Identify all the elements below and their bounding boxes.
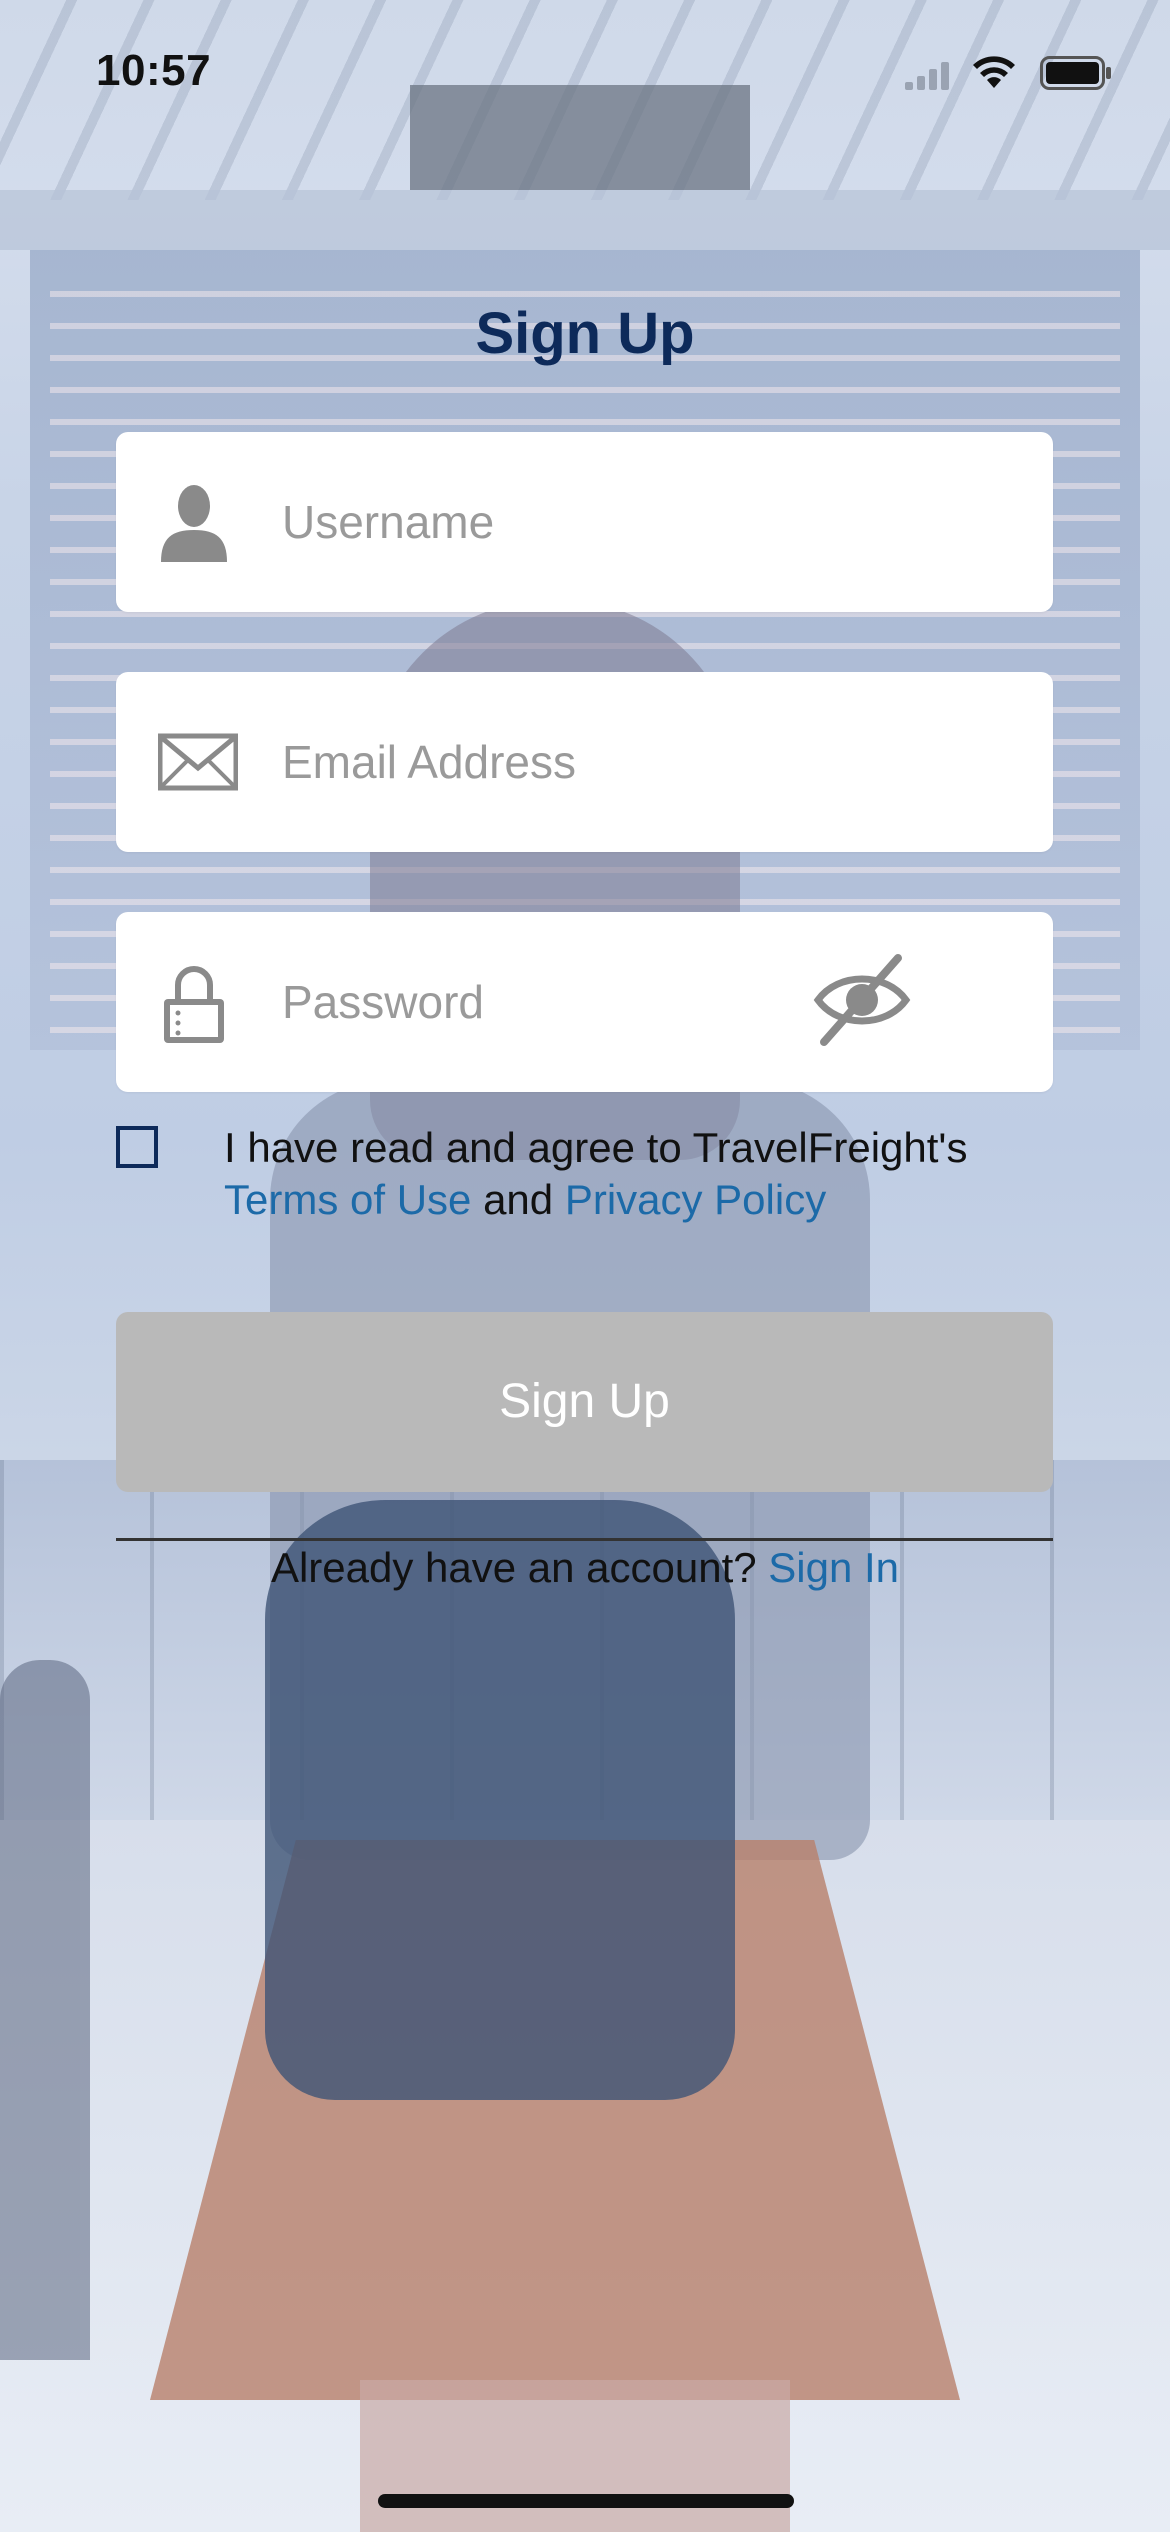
person-icon: [161, 485, 227, 562]
envelope-icon: [158, 733, 238, 791]
agree-text: I have read and agree to TravelFreight's…: [224, 1122, 1084, 1226]
password-field[interactable]: Password: [116, 912, 1053, 1092]
battery-icon: [1040, 56, 1111, 90]
have-account-text: Already have an account?: [270, 1544, 757, 1591]
page-title: Sign Up: [475, 301, 695, 366]
email-field[interactable]: Email Address: [116, 672, 1053, 852]
status-bar: 10:57: [0, 0, 1170, 150]
wifi-icon: [973, 56, 1015, 88]
sign-in-link[interactable]: Sign In: [768, 1544, 899, 1591]
eye-slash-icon[interactable]: [810, 950, 914, 1050]
sign-up-button[interactable]: Sign Up: [116, 1312, 1053, 1492]
status-time: 10:57: [96, 46, 212, 95]
password-placeholder: Password: [282, 976, 484, 1028]
privacy-policy-link[interactable]: Privacy Policy: [565, 1176, 826, 1223]
email-placeholder: Email Address: [282, 736, 577, 788]
username-placeholder: Username: [282, 496, 495, 548]
username-field[interactable]: Username: [116, 432, 1053, 612]
sign-in-row: Already have an account? Sign In: [0, 1542, 1170, 1594]
lock-icon: [164, 966, 224, 1043]
agree-prefix: I have read and agree to TravelFreight's: [224, 1124, 968, 1171]
agree-and: and: [483, 1176, 554, 1223]
agree-checkbox[interactable]: [116, 1126, 158, 1168]
divider: [116, 1538, 1053, 1541]
background-photo: [0, 0, 1170, 2532]
cellular-signal-icon: [905, 62, 949, 90]
terms-of-use-link[interactable]: Terms of Use: [224, 1176, 471, 1223]
home-indicator[interactable]: [378, 2494, 794, 2508]
